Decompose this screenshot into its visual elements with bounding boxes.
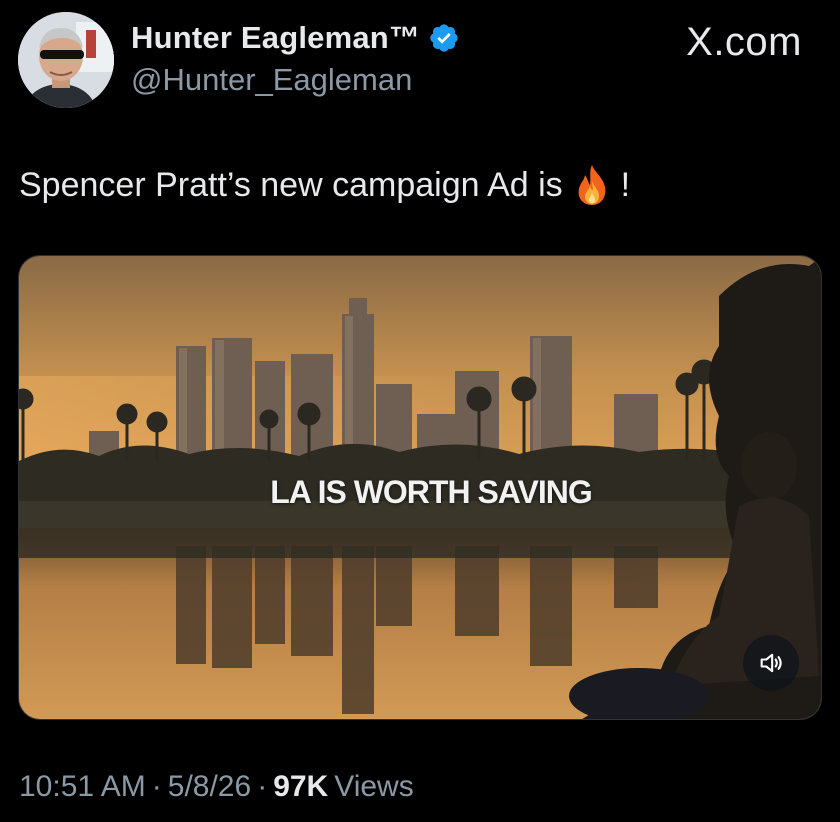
tweet-card: Hunter Eagleman™ @Hunter_Eagleman X.com … bbox=[0, 0, 840, 822]
author-name-row[interactable]: Hunter Eagleman™ bbox=[131, 20, 460, 56]
author-display-name[interactable]: Hunter Eagleman™ bbox=[131, 20, 420, 56]
video-player[interactable]: LA IS WORTH SAVING bbox=[18, 255, 822, 720]
speaker-icon bbox=[760, 653, 782, 673]
author-handle[interactable]: @Hunter_Eagleman bbox=[131, 62, 412, 98]
tweet-meta: 10:51 AM · 5/8/26 · 97K Views bbox=[19, 770, 414, 804]
site-label: X.com bbox=[686, 20, 802, 64]
views-count: 97K bbox=[273, 770, 329, 803]
verified-badge-icon bbox=[430, 24, 458, 52]
tweet-text: Spencer Pratt’s new campaign Ad is ! bbox=[19, 163, 630, 207]
unmute-button[interactable] bbox=[743, 635, 799, 691]
tweet-time[interactable]: 10:51 AM bbox=[19, 770, 146, 804]
meta-separator: · bbox=[151, 770, 162, 803]
avatar[interactable] bbox=[18, 12, 114, 108]
tweet-date[interactable]: 5/8/26 bbox=[168, 770, 251, 804]
fire-icon bbox=[578, 165, 606, 205]
meta-separator: · bbox=[257, 770, 268, 803]
profile-photo-icon bbox=[18, 12, 114, 108]
tweet-text-trailing: ! bbox=[620, 165, 631, 204]
tweet-text-body: Spencer Pratt’s new campaign Ad is bbox=[19, 165, 563, 204]
views-label: Views bbox=[334, 770, 414, 803]
video-overlay-caption: LA IS WORTH SAVING bbox=[270, 474, 593, 510]
